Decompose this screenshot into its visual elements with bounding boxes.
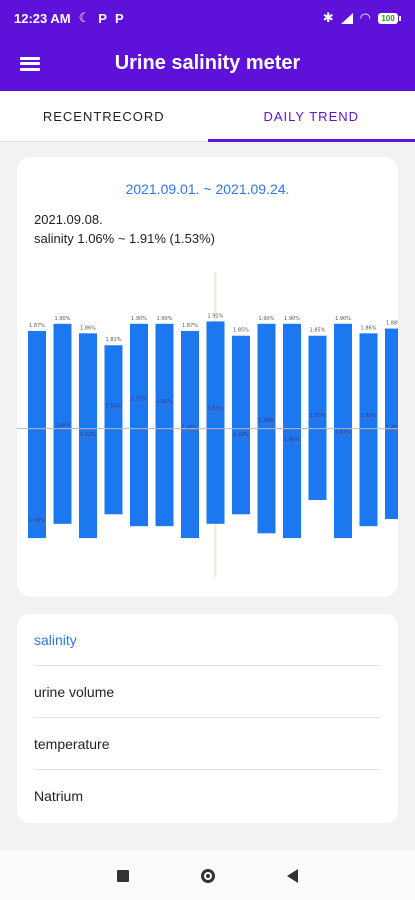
menu-item-salinity[interactable]: salinity [34, 614, 381, 666]
moon-icon: ☾ [78, 10, 91, 25]
chart-bar[interactable] [283, 323, 301, 539]
bar-max-label: 1.90% [284, 316, 300, 322]
bar-max-label: 1.90% [259, 316, 275, 322]
menu-button[interactable] [0, 36, 60, 91]
bar-mean-label: 1.50% [310, 413, 326, 419]
salinity-bar-chart[interactable]: 1.87% 1.06% 1.90% 1.46% 1.86% 1.42% 1.81% 1.54%… [17, 272, 398, 582]
signal-icon [340, 12, 353, 24]
battery-level: 100 [378, 12, 398, 24]
wifi-icon: ◠ [359, 10, 371, 25]
bar-mean-label: 1.45% [386, 425, 398, 431]
bar-mean-label: 1.50% [361, 413, 377, 419]
tab-recent-record[interactable]: RECENTRECORD [0, 91, 208, 141]
stop-icon[interactable] [117, 869, 129, 882]
chart-bar[interactable] [130, 323, 148, 527]
bar-mean-label: 1.42% [80, 432, 96, 438]
chart-bar[interactable] [206, 321, 225, 524]
bluetooth-icon: ✱ [322, 10, 334, 25]
notification-icon: P [98, 10, 107, 26]
bar-mean-label: 1.42% [233, 432, 249, 438]
notification-icon: P [114, 10, 124, 26]
bar-max-label: 1.81% [106, 337, 122, 343]
chart-bar[interactable] [359, 333, 378, 527]
system-nav-bar [0, 851, 415, 900]
measure-menu: salinity urine volume temperature Natriu… [17, 614, 398, 823]
app-title: Urine salinity meter [114, 52, 301, 74]
bar-max-label: 1.86% [80, 325, 96, 331]
chart-bar[interactable] [385, 328, 398, 520]
bar-max-label: 1.86% [361, 325, 377, 331]
bar-max-label: 1.90% [157, 316, 173, 322]
chart-bar[interactable] [232, 335, 250, 515]
bar-max-label: 1.87% [182, 323, 198, 329]
status-time: 12:23 AM [14, 10, 71, 26]
bar-mean-label: 1.45% [182, 425, 198, 431]
bar-max-label: 1.85% [233, 328, 249, 334]
bar-max-label: 1.87% [29, 323, 45, 329]
chart-bar[interactable] [181, 330, 199, 539]
bar-mean-label: 1.06% [29, 518, 45, 524]
bar-max-label: 1.91% [208, 313, 224, 319]
back-icon[interactable] [287, 868, 298, 883]
bar-mean-label: 1.48% [259, 418, 275, 424]
trend-card: 2021.09.01. ~ 2021.09.24. 2021.09.08. sa… [17, 157, 398, 597]
date-range[interactable]: 2021.09.01. ~ 2021.09.24. [17, 181, 398, 197]
chart-bar[interactable] [104, 345, 123, 515]
bar-max-label: 1.90% [335, 316, 351, 322]
bar-mean-label: 1.46% [55, 423, 71, 429]
chart-bar[interactable] [28, 330, 46, 539]
status-left: 12:23 AM ☾ P P [14, 10, 124, 26]
bar-max-label: 1.88% [386, 321, 398, 327]
selected-date: 2021.09.08. [34, 212, 103, 227]
menu-item-urine-volume[interactable]: urine volume [34, 666, 381, 718]
bar-max-label: 1.85% [310, 328, 326, 334]
status-right: ✱ ◠ 100 [323, 10, 401, 26]
status-bar: 12:23 AM ☾ P P ✱ ◠ 100 [0, 0, 415, 36]
tab-bar: RECENTRECORD DAILY TREND [0, 91, 415, 142]
hamburger-menu-icon [20, 56, 40, 71]
bar-max-label: 1.90% [131, 316, 147, 322]
app-bar: Urine salinity meter [0, 36, 415, 91]
chart-bar[interactable] [155, 323, 174, 527]
selected-salinity-range: salinity 1.06% ~ 1.91% (1.53%) [34, 231, 216, 246]
tab-daily-trend[interactable]: DAILY TREND [207, 91, 415, 142]
bar-mean-label: 1.57% [131, 396, 147, 402]
bar-mean-label: 1.43% [335, 430, 351, 436]
bar-mean-label: 1.53% [208, 406, 224, 412]
bar-mean-label: 1.54% [106, 404, 122, 410]
bar-max-label: 1.90% [55, 316, 71, 322]
bar-mean-label: 1.40% [284, 437, 300, 443]
menu-item-temperature[interactable]: temperature [34, 718, 381, 770]
bar-mean-label: 1.56% [157, 399, 173, 405]
battery-icon: 100 [378, 12, 401, 24]
menu-item-natrium[interactable]: Natrium [34, 770, 381, 822]
home-icon[interactable] [201, 868, 215, 883]
